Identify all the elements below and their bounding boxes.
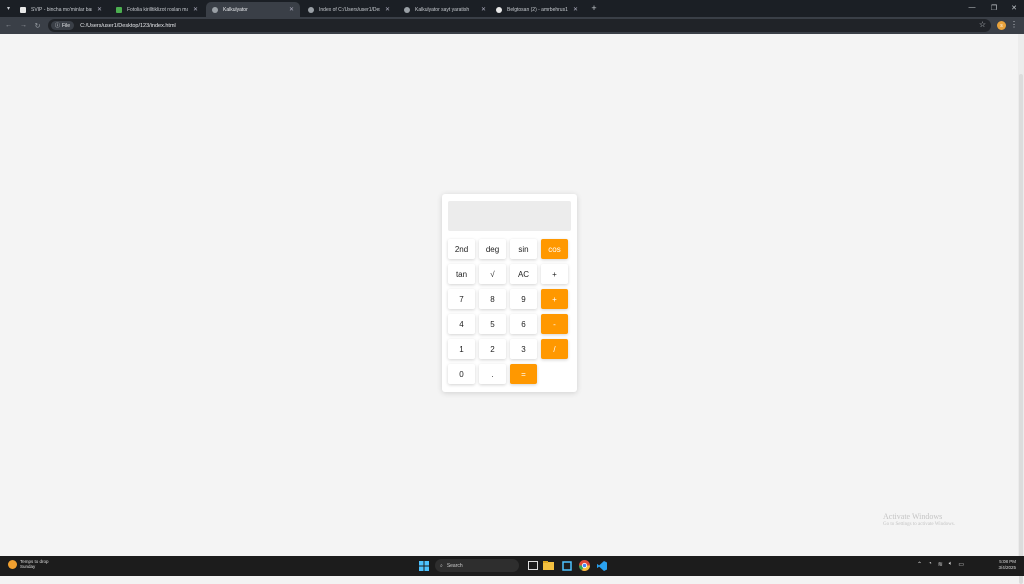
minimize-icon[interactable]: —: [962, 0, 982, 15]
task-view-icon[interactable]: [527, 560, 538, 571]
site-info-chip[interactable]: ⓘ File: [51, 21, 75, 30]
browser-tab-strip: ▾ SVIP - bincha mo'minlar barc... ✕ Foto…: [0, 0, 1024, 17]
calc-key[interactable]: +: [541, 289, 568, 309]
tab-svip[interactable]: SVIP - bincha mo'minlar barc... ✕: [14, 2, 108, 17]
calc-key[interactable]: 2nd: [448, 239, 475, 259]
maximize-icon[interactable]: ❐: [984, 0, 1004, 15]
tab-favicon-icon: [20, 6, 26, 13]
tab-globe-icon: [308, 6, 314, 13]
start-windows-icon[interactable]: [418, 560, 429, 571]
tab-github-icon: [496, 6, 502, 13]
calc-key[interactable]: 1: [448, 339, 475, 359]
calc-key[interactable]: 2: [479, 339, 506, 359]
calc-key[interactable]: sin: [510, 239, 537, 259]
tab-favicon-icon: [116, 6, 122, 13]
calc-key[interactable]: 9: [510, 289, 537, 309]
reload-icon[interactable]: ↻: [32, 20, 43, 31]
battery-icon[interactable]: ▭: [958, 561, 964, 568]
calc-key[interactable]: +: [541, 264, 568, 284]
tab-close-icon[interactable]: ✕: [289, 6, 294, 13]
system-tray: ⌃ ◔ ≋ 🔈︎ ▭: [917, 561, 964, 568]
tab-kalkulyator[interactable]: Kalkulyator ✕: [206, 2, 300, 17]
forward-arrow-icon[interactable]: →: [18, 20, 29, 31]
tab-title: Kalkulyator sayt yaratish: [415, 6, 470, 13]
calc-key[interactable]: 7: [448, 289, 475, 309]
tab-close-icon[interactable]: ✕: [573, 6, 578, 13]
calculator: 2nd deg sin cos tan √ AC +7 8 9 +4 5 6- 1 2 3/ 0. =: [442, 194, 577, 392]
tab-globe-icon: [404, 6, 410, 13]
new-tab-button[interactable]: +: [588, 2, 600, 14]
calc-key[interactable]: 4: [448, 314, 475, 334]
tab-title: Fotolia kirilltiklizot roslan ma...: [127, 6, 188, 13]
calc-key[interactable]: tan: [448, 264, 475, 284]
scrollbar-thumb[interactable]: [1019, 74, 1023, 584]
watermark-subtitle: Go to Settings to activate Windows.: [883, 522, 955, 527]
browser-toolbar: ← → ↻ ⓘ File C:/Users/user1/Desktop/123/…: [0, 17, 1024, 34]
info-icon: ⓘ: [55, 23, 61, 29]
back-arrow-icon[interactable]: ←: [3, 20, 14, 31]
system-clock[interactable]: 5:08 PM 3/4/2025: [998, 559, 1016, 571]
tab-index-of[interactable]: Index of C:/Users/user1/Deskt... ✕: [302, 2, 396, 17]
taskbar-search-label: Search: [446, 562, 463, 569]
calc-key[interactable]: .: [479, 364, 506, 384]
calc-key[interactable]: √: [479, 264, 506, 284]
calc-key[interactable]: 6: [510, 314, 537, 334]
snipping-tool-icon[interactable]: [561, 560, 572, 571]
url-text: C:/Users/user1/Desktop/123/index.html: [80, 22, 176, 29]
tab-close-icon[interactable]: ✕: [385, 6, 390, 13]
tab-close-icon[interactable]: ✕: [481, 6, 486, 13]
profile-avatar[interactable]: s: [997, 21, 1006, 30]
taskbar-search[interactable]: ⌕ Search: [435, 559, 519, 572]
tab-close-icon[interactable]: ✕: [193, 6, 198, 13]
calc-key[interactable]: deg: [479, 239, 506, 259]
weather-icon: [8, 559, 17, 569]
page-scrollbar[interactable]: [1018, 34, 1024, 584]
tab-title: Kalkulyator: [223, 6, 248, 13]
calc-key[interactable]: 0: [448, 364, 475, 384]
browser-menu-icon[interactable]: ⋮: [1010, 20, 1018, 29]
calc-key[interactable]: cos: [541, 239, 568, 259]
calc-key[interactable]: /: [541, 339, 568, 359]
chevron-up-icon[interactable]: ⌃: [917, 561, 922, 568]
bookmark-star-icon[interactable]: ☆: [979, 20, 986, 29]
calc-key[interactable]: =: [510, 364, 537, 384]
search-icon: ⌕: [440, 562, 443, 569]
address-bar[interactable]: ⓘ File C:/Users/user1/Desktop/123/index.…: [48, 19, 991, 32]
calc-key[interactable]: AC: [510, 264, 537, 284]
tab-close-icon[interactable]: ✕: [97, 6, 102, 13]
windows-taskbar: Temps to drop Sunday ⌕ Search ⌃ ◔ ≋ 🔈︎ ▭…: [0, 556, 1024, 576]
calculator-display: [448, 201, 571, 231]
tab-fotolia[interactable]: Fotolia kirilltiklizot roslan ma... ✕: [110, 2, 204, 17]
window-close-icon[interactable]: ✕: [1004, 0, 1024, 15]
watermark-title: Activate Windows: [883, 512, 943, 521]
calc-key[interactable]: 3: [510, 339, 537, 359]
network-icon[interactable]: ◔: [928, 561, 932, 568]
tab-kalkulyator-sayt[interactable]: Kalkulyator sayt yaratish ✕: [398, 2, 492, 17]
activate-windows-watermark: Activate Windows Go to Settings to activ…: [883, 512, 955, 527]
weather-widget[interactable]: Temps to drop Sunday: [8, 559, 49, 569]
tab-title: SVIP - bincha mo'minlar barc...: [31, 6, 92, 13]
vscode-icon[interactable]: [596, 560, 607, 571]
volume-icon[interactable]: 🔈︎: [949, 561, 953, 568]
tab-belgtosan[interactable]: Belgtosan (2) - amrbehrus1... ✕: [490, 2, 584, 17]
file-explorer-icon[interactable]: [543, 560, 554, 571]
calc-key[interactable]: -: [541, 314, 568, 334]
site-info-label: File: [62, 22, 71, 29]
weather-subline: Sunday: [20, 564, 36, 569]
wifi-icon[interactable]: ≋: [938, 561, 943, 568]
tab-title: Belgtosan (2) - amrbehrus1...: [507, 6, 568, 13]
tab-title: Index of C:/Users/user1/Deskt...: [319, 6, 380, 13]
chrome-icon[interactable]: [579, 560, 590, 571]
calc-key[interactable]: 5: [479, 314, 506, 334]
calc-key[interactable]: 8: [479, 289, 506, 309]
tab-search-icon[interactable]: ▾: [3, 3, 14, 14]
clock-date: 3/4/2025: [998, 565, 1016, 570]
tab-favicon-icon: [212, 6, 218, 13]
